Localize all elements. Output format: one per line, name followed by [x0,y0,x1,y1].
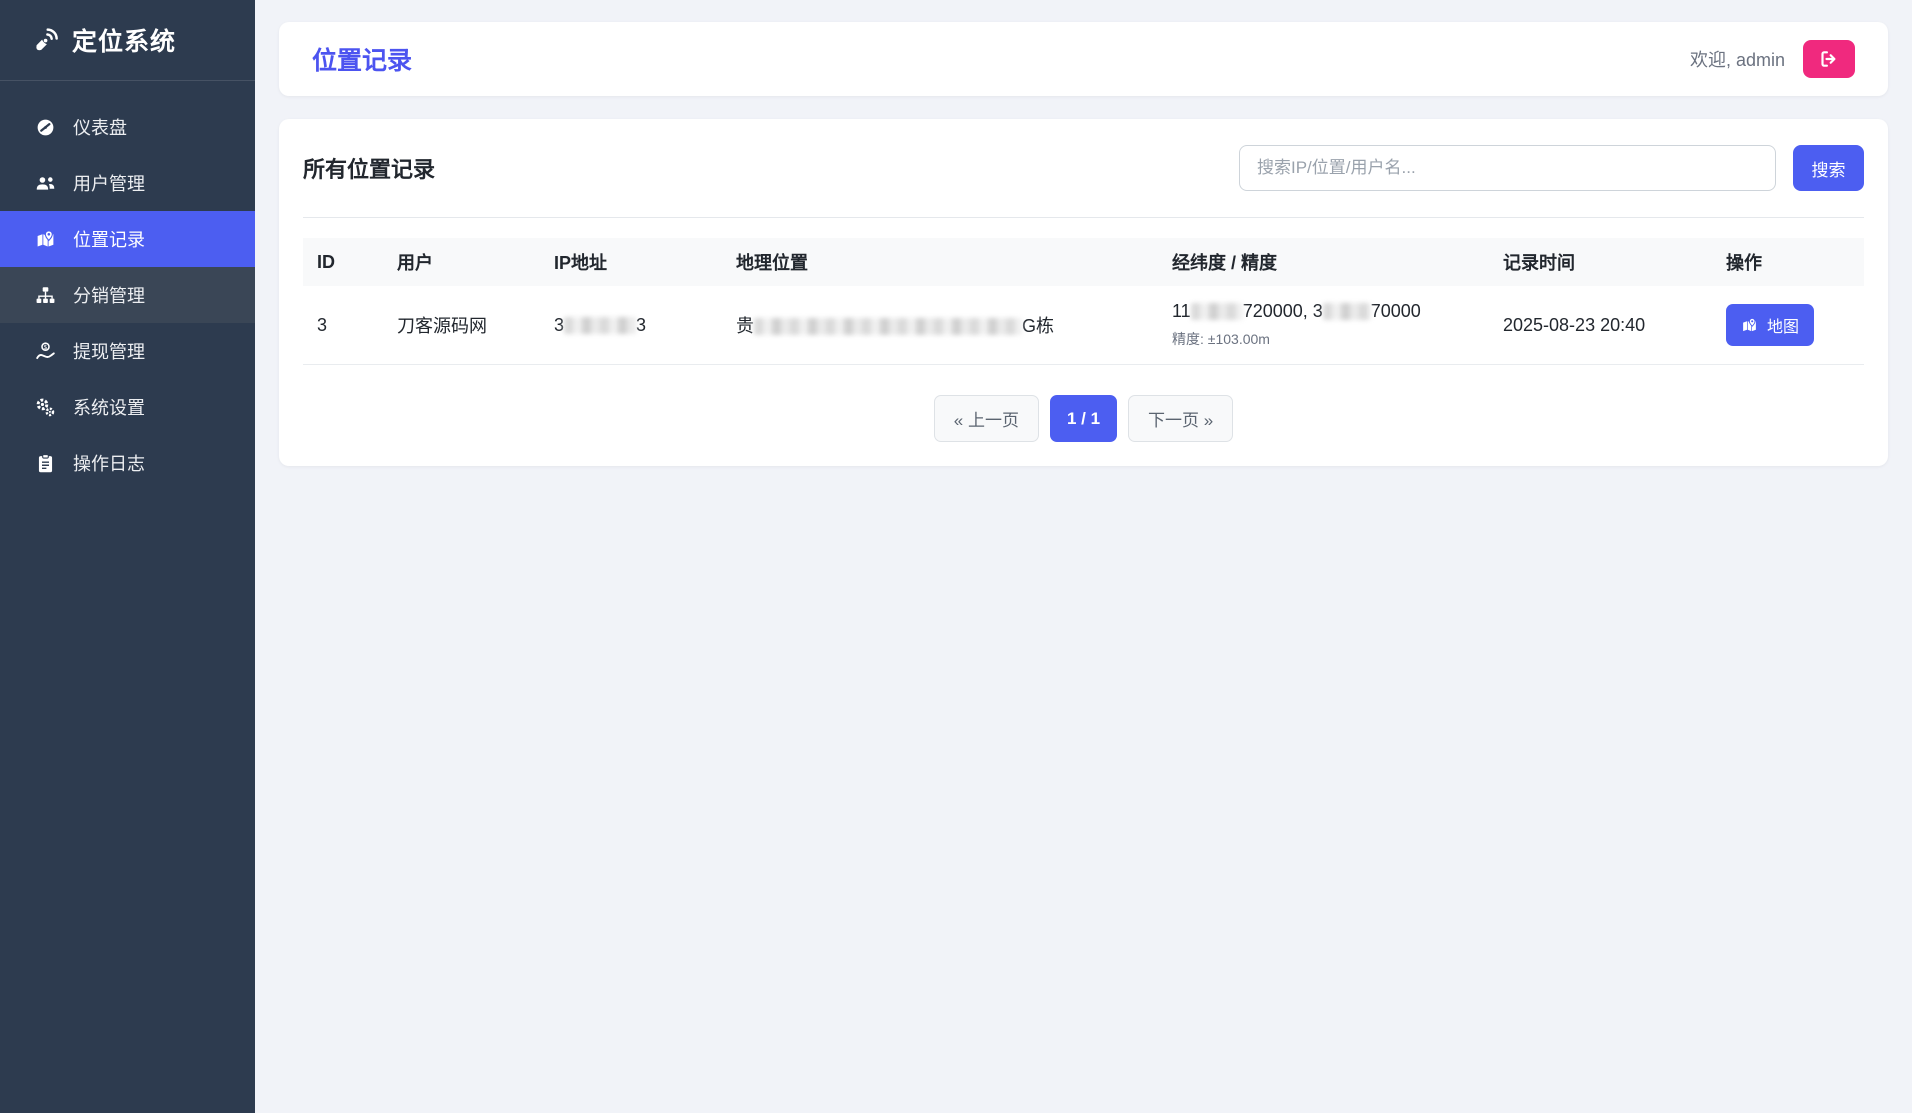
sidebar-item-label: 操作日志 [73,450,145,476]
sidebar-nav: 仪表盘 用户管理 [0,99,255,491]
page-title: 位置记录 [312,41,412,77]
sidebar-item-dashboard[interactable]: 仪表盘 [0,99,255,155]
sidebar-item-logs[interactable]: 操作日志 [0,435,255,491]
gears-icon [33,396,57,418]
sidebar-item-label: 仪表盘 [73,114,127,140]
current-page-indicator[interactable]: 1 / 1 [1050,395,1117,442]
coords-redacted-blur-1 [1191,303,1243,320]
sidebar-item-distribution[interactable]: 分销管理 [0,267,255,323]
ip-visible-end: 3 [636,315,646,335]
cell-location: 贵 G栋 [722,286,1158,365]
sidebar-item-label: 位置记录 [73,226,145,252]
cell-ip: 33 [540,286,722,365]
main-content: 位置记录 欢迎, admin 所有位置记录 [255,0,1912,1113]
ip-redacted-blur [564,317,636,334]
col-coords: 经纬度 / 精度 [1158,238,1489,286]
location-redacted-blur [754,318,1022,335]
welcome-text: 欢迎, admin [1690,46,1785,72]
coords-part2: 720000, 3 [1243,301,1323,321]
svg-text:$: $ [43,343,47,350]
satellite-dish-icon [33,27,59,53]
gauge-icon [33,116,57,138]
app-logo: 定位系统 [0,0,255,81]
coords-redacted-blur-2 [1323,303,1371,320]
table-row: 3 刀客源码网 33 贵G栋 11720000, 370000 精度: [303,286,1864,365]
records-heading: 所有位置记录 [303,152,435,184]
map-button-label: 地图 [1767,313,1799,337]
records-card: 所有位置记录 搜索 ID 用户 IP地址 地理位置 [279,119,1888,466]
search-button[interactable]: 搜索 [1793,145,1864,191]
col-id: ID [303,238,383,286]
sign-out-icon [1819,49,1839,69]
header-right: 欢迎, admin [1690,40,1855,78]
pagination: « 上一页 1 / 1 下一页 » [303,395,1864,442]
sidebar-item-withdrawals[interactable]: $ 提现管理 [0,323,255,379]
table-header-row: ID 用户 IP地址 地理位置 经纬度 / 精度 记录时间 操作 [303,238,1864,286]
sidebar-item-label: 提现管理 [73,338,145,364]
app-root: 定位系统 仪表盘 [0,0,1912,1113]
map-marked-icon [1741,317,1758,334]
location-visible-start: 贵 [736,316,754,336]
cell-user: 刀客源码网 [383,286,540,365]
records-card-head: 所有位置记录 搜索 [303,145,1864,218]
coords-part1: 11 [1172,301,1191,321]
col-actions: 操作 [1712,238,1864,286]
hand-dollar-icon: $ [33,340,57,362]
records-table: ID 用户 IP地址 地理位置 经纬度 / 精度 记录时间 操作 3 刀客源码网 [303,238,1864,365]
next-page-button[interactable]: 下一页 » [1128,395,1233,442]
sidebar-item-location-records[interactable]: 位置记录 [0,211,255,267]
ip-visible-start: 3 [554,315,564,335]
cell-time: 2025-08-23 20:40 [1489,286,1712,365]
users-icon [33,172,57,194]
col-location: 地理位置 [722,238,1158,286]
cell-id: 3 [303,286,383,365]
col-user: 用户 [383,238,540,286]
accuracy-text: 精度: ±103.00m [1172,329,1475,349]
header-bar: 位置记录 欢迎, admin [279,22,1888,96]
sitemap-icon [33,284,57,306]
cell-actions: 地图 [1712,286,1864,365]
sidebar-item-label: 用户管理 [73,170,145,196]
map-button[interactable]: 地图 [1726,304,1814,346]
cell-coords: 11 720000, 3 70000 精度: ±103.00m [1158,286,1489,365]
logout-button[interactable] [1803,40,1855,78]
coords-line: 11 720000, 3 70000 [1172,301,1475,322]
search-group: 搜索 [1239,145,1864,191]
col-ip: IP地址 [540,238,722,286]
coords-part3: 70000 [1371,301,1421,321]
sidebar-item-users[interactable]: 用户管理 [0,155,255,211]
search-input[interactable] [1239,145,1776,191]
sidebar-item-label: 分销管理 [73,282,145,308]
prev-page-button[interactable]: « 上一页 [934,395,1039,442]
sidebar-item-settings[interactable]: 系统设置 [0,379,255,435]
col-time: 记录时间 [1489,238,1712,286]
map-marked-icon [33,228,57,250]
location-visible-end: G栋 [1022,316,1054,336]
sidebar-item-label: 系统设置 [73,394,145,420]
clipboard-icon [33,452,57,474]
app-title: 定位系统 [72,22,176,58]
sidebar: 定位系统 仪表盘 [0,0,255,1113]
